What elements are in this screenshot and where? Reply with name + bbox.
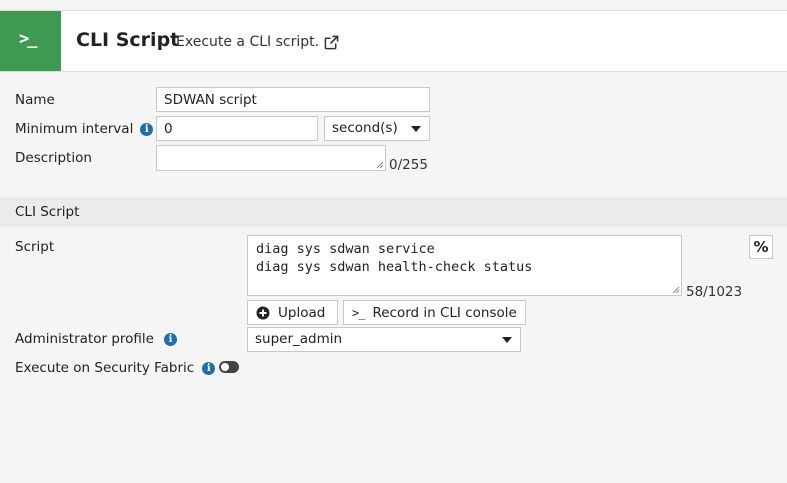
info-icon[interactable]: i: [202, 361, 216, 375]
page-header: >_ CLI Script Execute a CLI script.: [0, 11, 787, 72]
cli-script-section-header: CLI Script: [0, 197, 787, 227]
plus-circle-icon: [256, 306, 270, 319]
upload-button[interactable]: Upload: [247, 300, 338, 325]
script-content: diag sys sdwan service diag sys sdwan he…: [256, 241, 533, 275]
page-title: CLI Script: [76, 29, 180, 51]
security-fabric-label-group: Execute on Security Fabric i: [15, 360, 216, 376]
security-fabric-toggle[interactable]: [219, 361, 239, 373]
toggle-knob: [221, 363, 229, 371]
info-icon[interactable]: i: [140, 122, 154, 136]
description-counter: 0/255: [389, 157, 428, 173]
name-input[interactable]: [156, 87, 430, 112]
security-fabric-label: Execute on Security Fabric: [15, 360, 195, 376]
admin-profile-select[interactable]: super_admin: [247, 327, 521, 352]
record-in-cli-console-button[interactable]: >_ Record in CLI console: [343, 300, 526, 325]
name-label: Name: [15, 92, 55, 108]
description-label: Description: [15, 150, 92, 166]
section-title: CLI Script: [15, 204, 80, 220]
admin-profile-label: Administrator profile: [15, 331, 154, 347]
description-textarea[interactable]: [156, 145, 386, 171]
page-subtitle-link[interactable]: Execute a CLI script.: [176, 34, 340, 50]
script-label: Script: [15, 239, 55, 255]
terminal-icon: >_: [0, 11, 61, 71]
page-subtitle: Execute a CLI script.: [176, 34, 320, 50]
min-interval-label: Minimum interval: [15, 121, 134, 137]
admin-profile-value: super_admin: [255, 331, 343, 347]
resize-handle-icon[interactable]: [672, 286, 680, 294]
chevron-down-icon: [411, 126, 421, 132]
percent-variable-button[interactable]: %: [749, 235, 773, 259]
chevron-down-icon: [502, 337, 512, 343]
info-icon[interactable]: i: [163, 332, 177, 346]
terminal-icon: >_: [352, 305, 365, 320]
interval-unit-select[interactable]: second(s): [324, 116, 430, 141]
upload-label: Upload: [278, 304, 326, 321]
script-textarea[interactable]: diag sys sdwan service diag sys sdwan he…: [247, 235, 682, 296]
script-counter: 58/1023: [686, 284, 743, 300]
interval-unit-value: second(s): [332, 120, 398, 136]
external-link-icon: [324, 34, 340, 49]
min-interval-label-group: Minimum interval i: [15, 121, 154, 137]
record-label: Record in CLI console: [372, 304, 517, 321]
admin-profile-label-group: Administrator profile i: [15, 331, 177, 347]
resize-handle-icon[interactable]: [376, 161, 384, 169]
min-interval-input[interactable]: [156, 116, 318, 141]
